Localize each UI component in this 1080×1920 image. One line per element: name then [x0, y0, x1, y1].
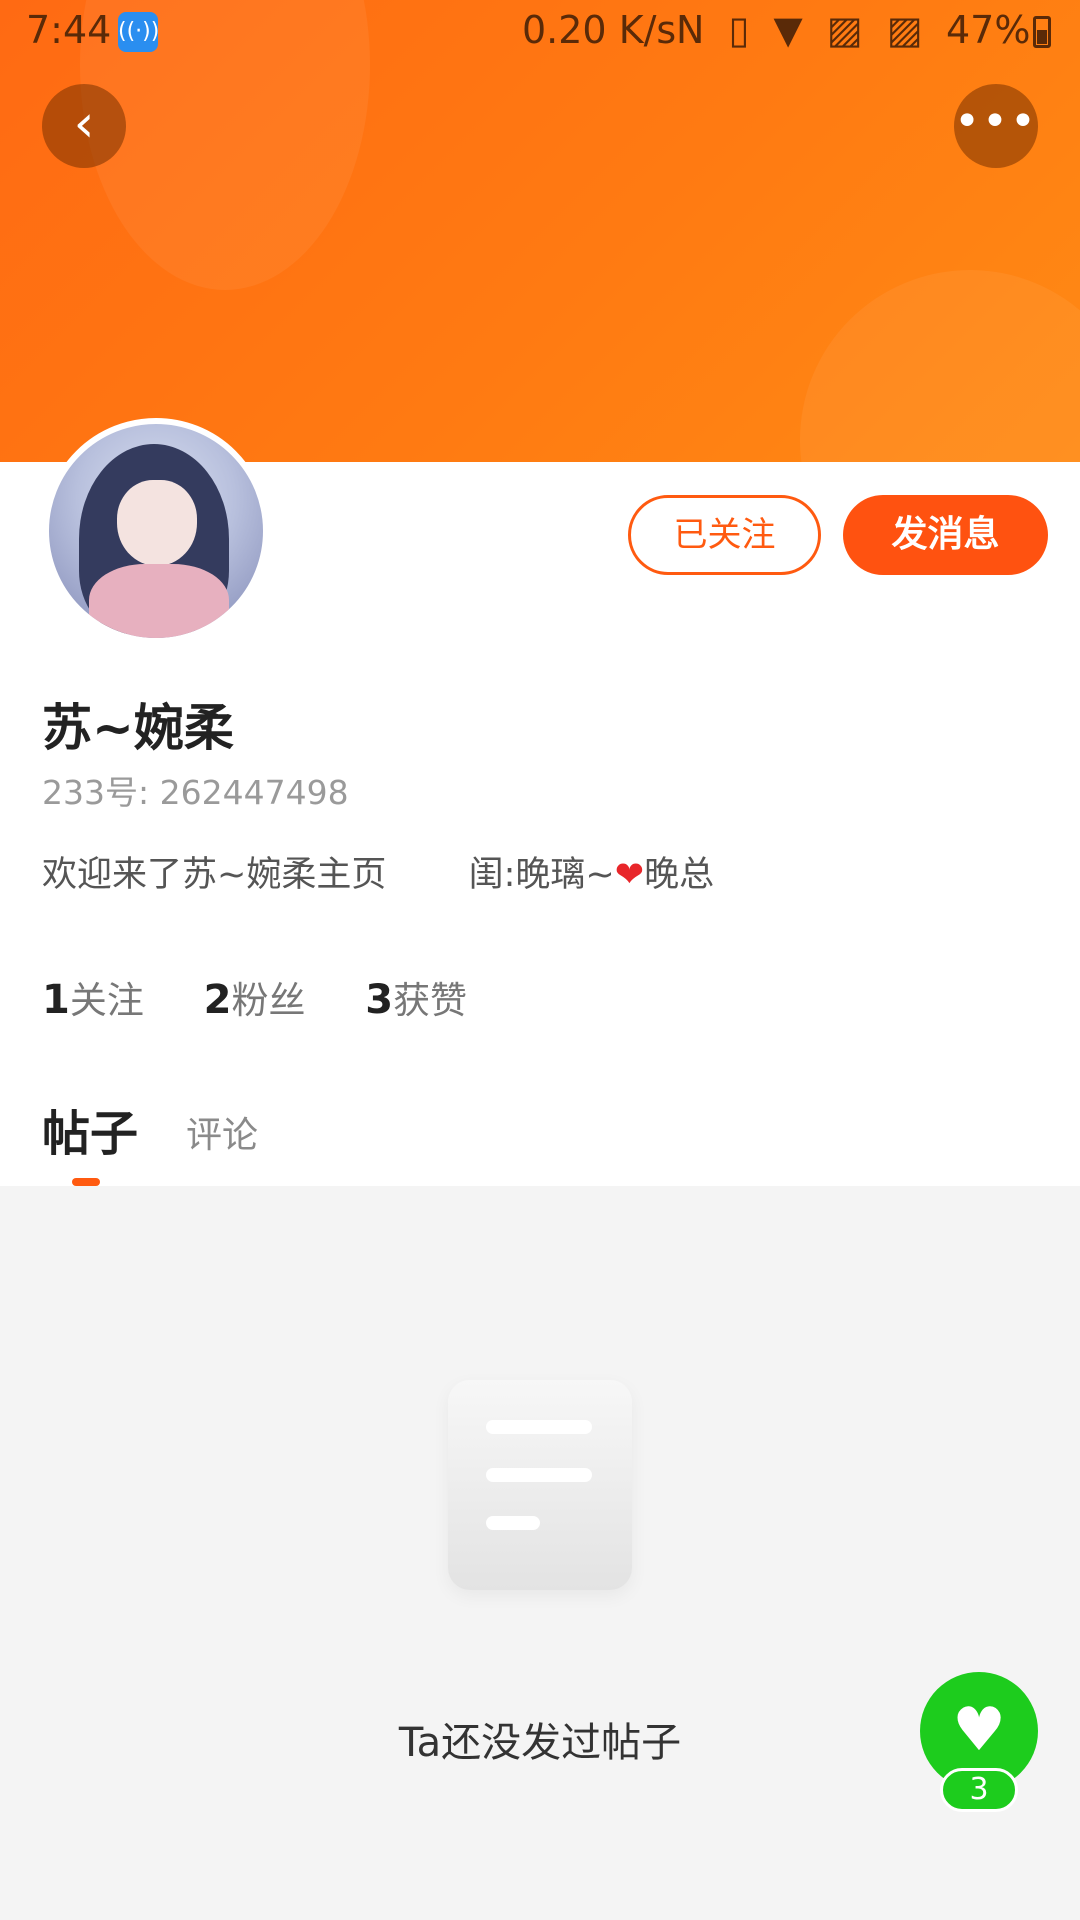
banner-decoration — [800, 270, 1080, 462]
more-options-button[interactable]: ••• — [954, 84, 1038, 168]
stat-label: 粉丝 — [231, 979, 306, 1022]
following-button[interactable]: 已关注 — [628, 495, 821, 575]
heart-icon: ♥ — [952, 1695, 1006, 1765]
avatar[interactable] — [43, 418, 269, 644]
user-id: 233号: 262447498 — [42, 766, 349, 814]
stat-label: 关注 — [69, 979, 144, 1022]
status-time: 7:44 — [26, 8, 112, 52]
more-dots-icon: ••• — [954, 96, 1038, 147]
user-bio: 欢迎来了苏~婉柔主页 闺:晚璃~❤晚总 — [42, 846, 714, 897]
bio-text: 欢迎来了苏~婉柔主页 — [42, 855, 387, 895]
user-id-label: 233号: — [42, 773, 150, 812]
bio-text: 晚总 — [644, 855, 715, 895]
doc-line — [486, 1516, 540, 1530]
like-count-badge: 3 — [940, 1768, 1018, 1812]
tab-posts[interactable]: 帖子 — [42, 1094, 138, 1164]
stat-following[interactable]: 1关注 — [42, 970, 144, 1024]
battery-percent: 47% — [946, 8, 1031, 52]
send-message-button[interactable]: 发消息 — [843, 495, 1048, 575]
tab-comments[interactable]: 评论 — [186, 1106, 258, 1158]
bio-text: 闺:晚璃~ — [468, 855, 615, 895]
status-bar: 7:44 ((·)) 0.20 K/s N ▯ ▼ ▨ ▨ 47% — [0, 0, 1080, 64]
empty-state-text: Ta还没发过帖子 — [398, 1720, 682, 1766]
stat-label: 获赞 — [393, 979, 468, 1022]
status-icons: N ▯ ▼ ▨ ▨ — [676, 8, 929, 52]
profile-header-banner: 7:44 ((·)) 0.20 K/s N ▯ ▼ ▨ ▨ 47% ‹ ••• — [0, 0, 1080, 462]
user-stats: 1关注 2粉丝 3获赞 — [42, 970, 515, 1024]
tab-indicator — [72, 1178, 100, 1186]
heart-icon: ❤ — [614, 855, 645, 895]
doc-line — [486, 1420, 592, 1434]
stat-followers[interactable]: 2粉丝 — [204, 970, 306, 1024]
doc-line — [486, 1468, 592, 1482]
stat-number: 3 — [365, 977, 394, 1023]
stat-likes[interactable]: 3获赞 — [365, 970, 467, 1024]
username: 苏~婉柔 — [42, 699, 234, 757]
empty-document-icon — [448, 1380, 632, 1590]
battery-icon — [1033, 16, 1051, 48]
chevron-left-icon: ‹ — [73, 94, 95, 154]
network-speed: 0.20 K/s — [522, 8, 677, 52]
hotspot-icon: ((·)) — [118, 12, 159, 52]
stat-number: 2 — [203, 977, 232, 1023]
avatar-face — [117, 480, 197, 566]
stat-number: 1 — [42, 977, 70, 1023]
avatar-body — [89, 564, 229, 638]
back-button[interactable]: ‹ — [42, 84, 126, 168]
user-id-value: 262447498 — [159, 773, 349, 812]
